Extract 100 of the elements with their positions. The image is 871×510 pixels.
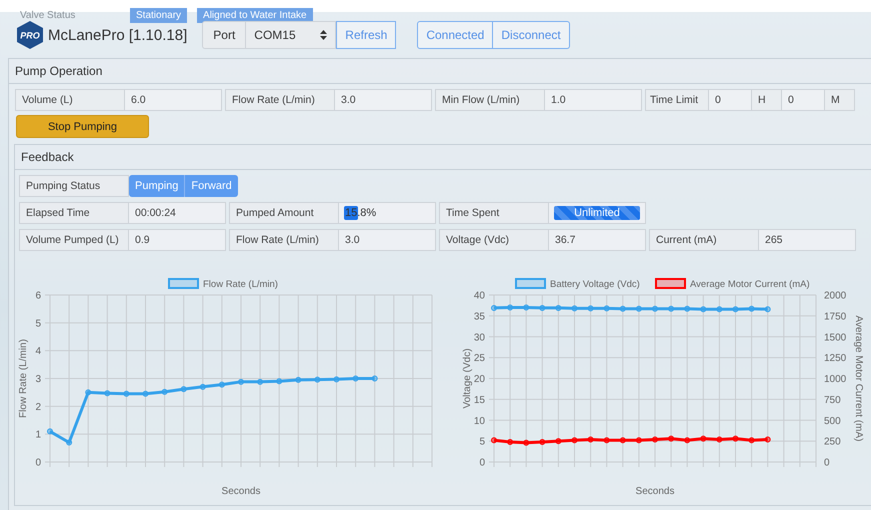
data-point [507,438,514,445]
data-point [732,436,738,442]
field-label: Time Limit [645,89,709,111]
status-badge: Pumping [129,175,186,197]
data-point [539,438,546,445]
y-tick-label: 750 [824,394,841,406]
data-point [604,305,610,312]
value-field: 36.7 [549,229,646,251]
data-point [620,437,626,444]
data-point [491,304,497,311]
field-label: Volume (L) [15,89,125,111]
input-field[interactable]: 3.0 [335,89,432,111]
port-label: Port [202,21,246,49]
status-chip: Stationary [130,8,188,23]
axis-title: Seconds [636,486,674,497]
data-point [636,306,642,312]
field-label: Flow Rate (L/min) [225,89,335,111]
field-label: Flow Rate (L/min) [229,229,339,251]
legend-swatch[interactable] [168,278,199,289]
value-field: 0.9 [129,229,226,251]
value-field: 3.0 [339,229,436,251]
data-point [491,437,497,444]
y-tick-label: 1 [35,430,41,441]
y-tick-label: 3 [35,374,41,385]
field-label: Pumped Amount [229,202,339,224]
legend-swatch[interactable] [515,278,546,289]
input-field[interactable]: 0 [709,89,752,111]
data-point [523,304,530,311]
data-point [668,436,674,442]
data-point [716,436,722,442]
data-point [764,306,771,312]
field-label: Elapsed Time [19,202,129,224]
field-label: Time Spent [439,202,549,224]
stop-pumping-button[interactable]: Stop Pumping [16,115,149,138]
data-point [684,437,690,444]
data-point [716,306,722,312]
data-point [352,376,359,382]
field-label: Volume Pumped (L) [19,229,129,251]
data-point [507,304,514,311]
field-label: Min Flow (L/min) [435,89,545,111]
y-tick-label: 0 [824,458,830,468]
data-point [539,304,546,311]
input-field[interactable]: 1.0 [545,89,642,111]
y-tick-label: 2000 [824,290,846,302]
axis-title: Voltage (Vdc) [462,348,473,409]
y-tick-label: 1750 [824,311,846,322]
data-point [748,306,755,312]
field-label: Current (mA) [649,229,759,251]
y-tick-label: 2 [35,402,41,413]
legend-label[interactable]: Battery Voltage (Vdc) [550,279,640,290]
sort-arrows-icon [320,30,328,40]
data-point [238,378,244,385]
data-point [334,376,340,382]
y-tick-label: 6 [35,290,41,302]
data-point [636,437,642,444]
data-point [588,305,594,312]
y-tick-label: 10 [474,416,485,427]
data-point [104,390,110,396]
data-point [684,306,690,312]
y-tick-label: 5 [35,318,41,330]
hexagon-logo-icon: PRO [17,21,43,49]
status-badge: Forward [185,175,238,197]
data-point [764,436,771,442]
y-tick-label: 0 [479,458,485,468]
data-point [276,378,282,384]
data-point [572,437,578,444]
data-point [295,376,302,383]
y-tick-label: 35 [474,311,485,322]
data-point [700,306,706,312]
data-point [652,306,658,312]
legend-label[interactable]: Flow Rate (L/min) [203,279,278,290]
legend-swatch[interactable] [655,278,686,289]
data-point [555,438,562,444]
data-point [47,428,53,434]
unit-label: M [825,89,855,111]
progress-bar: Unlimited [554,206,640,220]
y-tick-label: 5 [479,436,485,448]
unit-label: H [752,89,782,111]
port-select[interactable]: COM15 [246,21,336,49]
y-tick-label: 20 [474,374,485,385]
data-point [588,436,594,442]
data-point [523,440,530,446]
data-point [620,306,626,312]
input-field[interactable]: 6.0 [125,89,222,111]
legend-label[interactable]: Average Motor Current (mA) [690,279,810,290]
app-title: McLanePro [1.10.18] [48,26,188,44]
data-point [66,440,72,446]
value-field: 00:00:24 [129,202,226,224]
data-point [180,386,187,392]
y-tick-label: 500 [824,416,841,427]
field-label: Valve Status [20,9,76,23]
data-point [314,376,320,383]
field-label: Pumping Status [19,175,129,197]
data-point [218,382,225,388]
data-point [85,389,92,396]
data-point [748,437,755,444]
data-point [572,305,578,312]
data-point [372,376,378,382]
y-tick-label: 15 [474,394,485,406]
input-field[interactable]: 0 [782,89,825,111]
